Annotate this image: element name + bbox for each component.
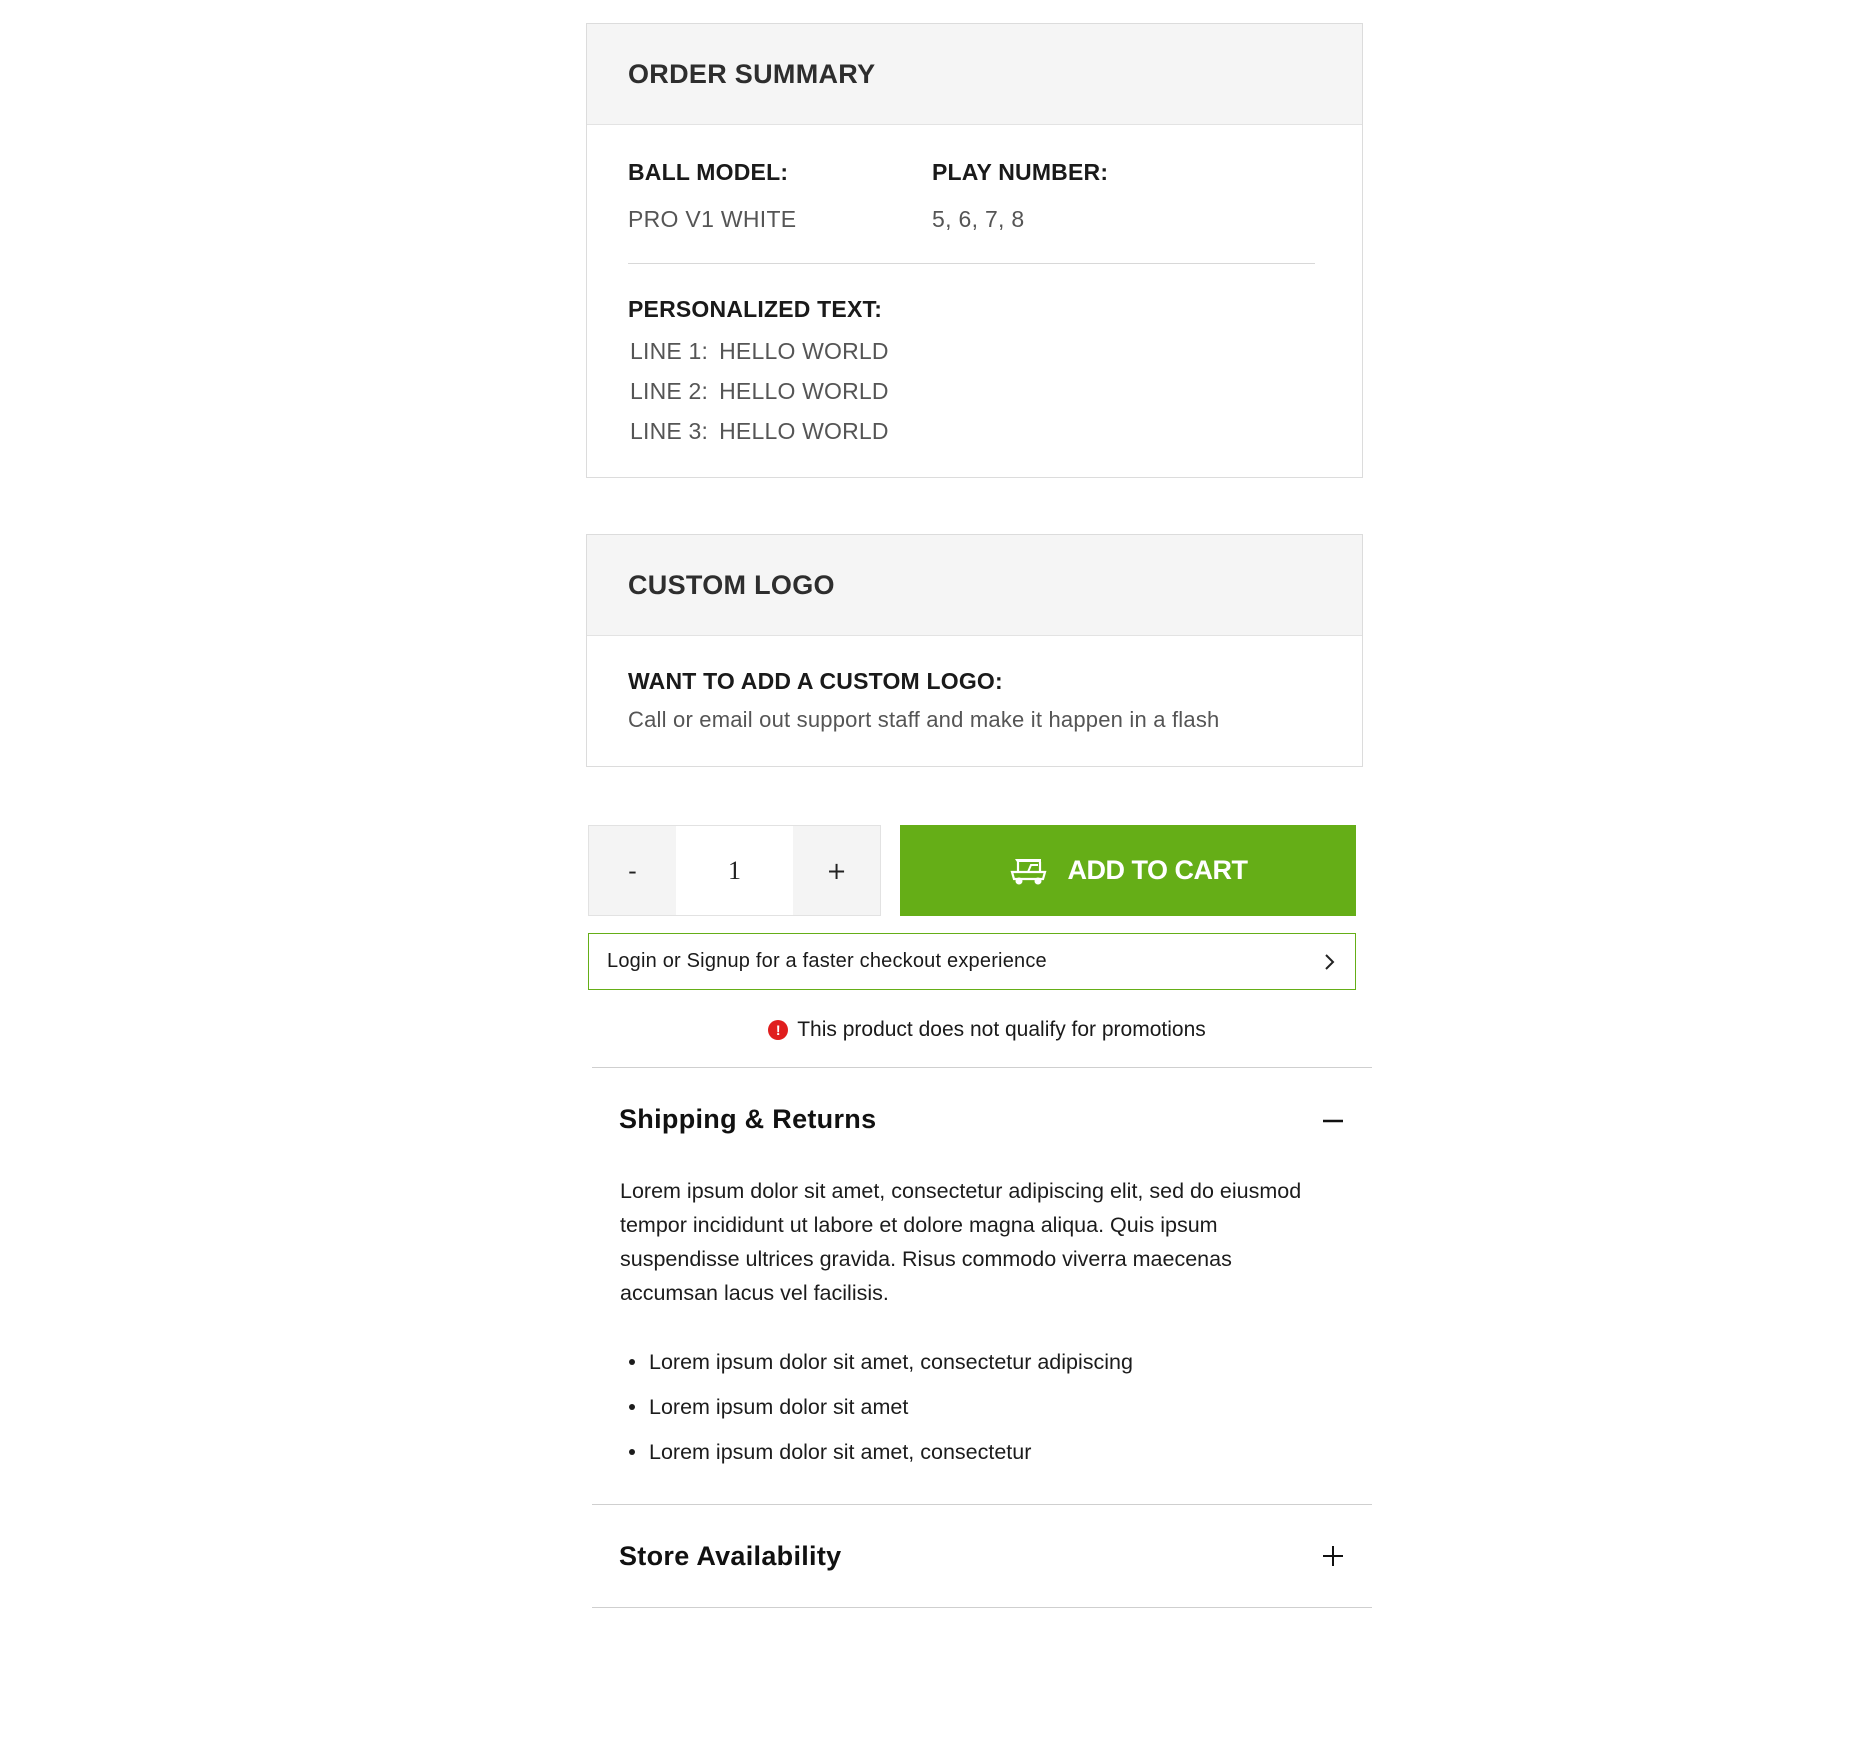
golf-cart-icon [1010, 858, 1046, 884]
bullet-icon [629, 1359, 635, 1365]
personalized-line-3: LINE 3: HELLO WORLD [628, 419, 1315, 443]
order-summary-title: ORDER SUMMARY [628, 58, 876, 89]
add-to-cart-label: ADD TO CART [1067, 855, 1249, 885]
list-item-text: Lorem ipsum dolor sit amet, consectetur … [649, 1350, 1133, 1374]
bullet-icon [629, 1404, 635, 1410]
ball-model-label: BALL MODEL: [628, 159, 789, 185]
line-value: HELLO WORLD [719, 338, 889, 364]
shipping-returns-toggle[interactable]: Shipping & Returns [592, 1068, 1372, 1170]
promo-notice-text: This product does not qualify for promot… [797, 1018, 1206, 1041]
line-value: HELLO WORLD [719, 378, 889, 404]
store-availability-toggle[interactable]: Store Availability [592, 1505, 1372, 1607]
personalized-text-label: PERSONALIZED TEXT: [628, 296, 883, 322]
quantity-input[interactable] [676, 826, 793, 915]
bullet-icon [629, 1449, 635, 1455]
summary-divider [628, 263, 1315, 264]
line-value: HELLO WORLD [719, 418, 889, 444]
custom-logo-card: CUSTOM LOGO WANT TO ADD A CUSTOM LOGO: C… [586, 534, 1363, 767]
shipping-returns-title: Shipping & Returns [619, 1103, 877, 1134]
list-item: Lorem ipsum dolor sit amet, consectetur [629, 1440, 1322, 1464]
login-signup-link[interactable]: Login or Signup for a faster checkout ex… [588, 933, 1356, 990]
play-number-spec: PLAY NUMBER: 5, 6, 7, 8 [932, 159, 1236, 233]
decrement-button[interactable]: - [589, 826, 676, 915]
custom-logo-question: WANT TO ADD A CUSTOM LOGO: [628, 668, 1003, 694]
minus-icon [1323, 1119, 1343, 1123]
ball-model-spec: BALL MODEL: PRO V1 WHITE [628, 159, 932, 233]
spec-row: BALL MODEL: PRO V1 WHITE PLAY NUMBER: 5,… [628, 159, 1315, 233]
promo-notice: ! This product does not qualify for prom… [586, 1018, 1363, 1042]
shipping-returns-section: Shipping & Returns Lorem ipsum dolor sit… [592, 1067, 1372, 1504]
shipping-returns-paragraph: Lorem ipsum dolor sit amet, consectetur … [620, 1179, 1302, 1305]
custom-logo-header: CUSTOM LOGO [587, 535, 1362, 636]
order-summary-body: BALL MODEL: PRO V1 WHITE PLAY NUMBER: 5,… [587, 125, 1362, 477]
product-purchase-panel: ORDER SUMMARY BALL MODEL: PRO V1 WHITE P… [586, 23, 1372, 1608]
line-label: LINE 1: [630, 338, 709, 364]
store-availability-title: Store Availability [619, 1540, 842, 1571]
chevron-right-icon [1325, 953, 1335, 970]
buy-row: - + ADD TO CART [586, 825, 1363, 916]
list-item-text: Lorem ipsum dolor sit amet [649, 1395, 909, 1419]
login-signup-text: Login or Signup for a faster checkout ex… [607, 950, 1047, 972]
personalized-line-2: LINE 2: HELLO WORLD [628, 379, 1315, 403]
list-item: Lorem ipsum dolor sit amet [629, 1395, 1322, 1419]
quantity-stepper: - + [588, 825, 881, 916]
custom-logo-title: CUSTOM LOGO [628, 569, 835, 600]
alert-icon: ! [768, 1020, 789, 1040]
increment-button[interactable]: + [793, 826, 880, 915]
order-summary-header: ORDER SUMMARY [587, 24, 1362, 125]
product-info-accordion: Shipping & Returns Lorem ipsum dolor sit… [592, 1067, 1372, 1608]
order-summary-card: ORDER SUMMARY BALL MODEL: PRO V1 WHITE P… [586, 23, 1363, 478]
store-availability-section: Store Availability [592, 1504, 1372, 1608]
personalized-line-1: LINE 1: HELLO WORLD [628, 339, 1315, 363]
play-number-value: 5, 6, 7, 8 [932, 206, 1025, 232]
list-item-text: Lorem ipsum dolor sit amet, consectetur [649, 1440, 1032, 1464]
play-number-label: PLAY NUMBER: [932, 159, 1109, 185]
custom-logo-answer: Call or email out support staff and make… [628, 707, 1220, 732]
line-label: LINE 3: [630, 418, 709, 444]
plus-icon [1323, 1546, 1343, 1566]
ball-model-value: PRO V1 WHITE [628, 206, 797, 232]
add-to-cart-button[interactable]: ADD TO CART [900, 825, 1356, 916]
custom-logo-body: WANT TO ADD A CUSTOM LOGO: Call or email… [587, 636, 1362, 766]
shipping-returns-content: Lorem ipsum dolor sit amet, consectetur … [592, 1170, 1372, 1504]
line-label: LINE 2: [630, 378, 709, 404]
shipping-returns-list: Lorem ipsum dolor sit amet, consectetur … [620, 1350, 1322, 1464]
list-item: Lorem ipsum dolor sit amet, consectetur … [629, 1350, 1322, 1374]
